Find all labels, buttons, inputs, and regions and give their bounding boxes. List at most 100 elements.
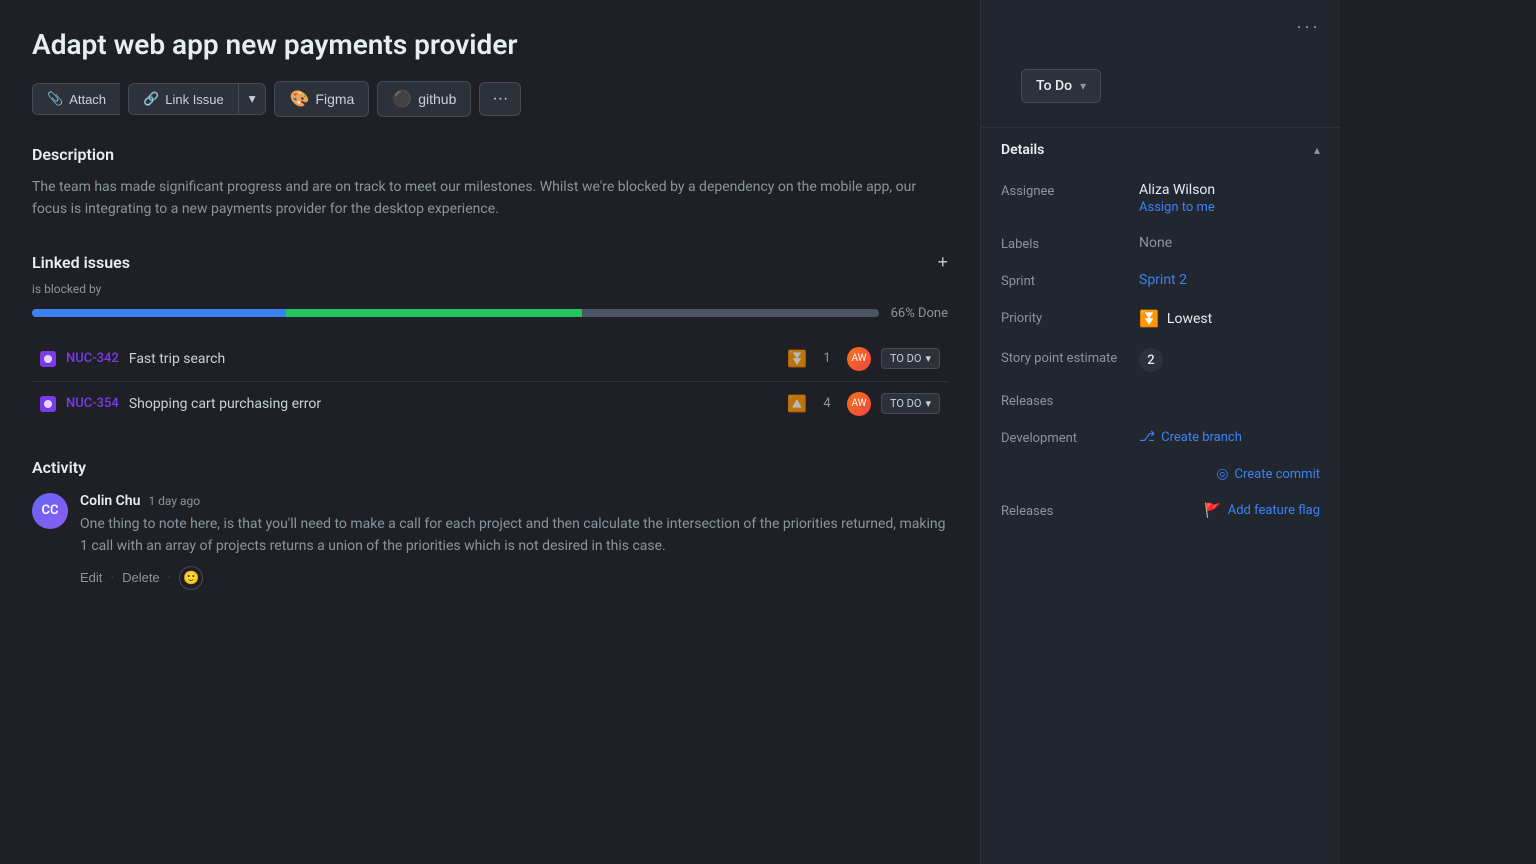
- branch-icon: ⎇: [1139, 429, 1155, 445]
- separator: ·: [168, 570, 172, 586]
- add-linked-issue-button[interactable]: +: [937, 253, 948, 271]
- more-options-button[interactable]: ···: [479, 82, 521, 116]
- assign-to-me-link[interactable]: Assign to me: [1139, 200, 1320, 215]
- attach-label: Attach: [69, 92, 106, 107]
- issue-status-badge[interactable]: TO DO ▾: [881, 348, 940, 369]
- progress-container: 66% Done: [32, 306, 948, 321]
- issue-id[interactable]: NUC-342: [66, 351, 119, 366]
- details-header[interactable]: Details ▴: [981, 128, 1340, 172]
- issue-avatar: AW: [847, 347, 871, 371]
- create-branch-label: Create branch: [1161, 430, 1242, 445]
- sprint-value[interactable]: Sprint 2: [1139, 272, 1320, 288]
- development-row: Development ⎇ Create branch: [981, 419, 1340, 456]
- delete-comment-button[interactable]: Delete: [122, 570, 160, 585]
- blocked-by-label: is blocked by: [32, 282, 948, 296]
- link-issue-dropdown-button[interactable]: ▾: [238, 83, 267, 115]
- priority-lowest-icon: ⏬: [1139, 309, 1159, 328]
- attach-button[interactable]: 📎 Attach: [32, 83, 120, 115]
- issue-id[interactable]: NUC-354: [66, 396, 119, 411]
- priority-row: Priority ⏬ Lowest: [981, 299, 1340, 338]
- progress-in-progress-segment: [286, 309, 582, 317]
- github-label: github: [418, 91, 456, 107]
- paperclip-icon: 📎: [47, 91, 63, 107]
- details-section: Details ▴ Assignee Aliza Wilson Assign t…: [981, 127, 1340, 529]
- description-text: The team has made significant progress a…: [32, 176, 948, 221]
- issue-type-icon: [40, 396, 56, 412]
- progress-remaining-segment: [582, 309, 878, 317]
- releases-key: Releases: [1001, 392, 1131, 409]
- figma-label: Figma: [315, 91, 354, 107]
- add-feature-flag-label: Add feature flag: [1228, 503, 1320, 518]
- priority-key: Priority: [1001, 309, 1131, 326]
- story-points-key: Story point estimate: [1001, 348, 1131, 368]
- linked-issues-heading: Linked issues: [32, 253, 130, 272]
- sidebar-top: ···: [981, 0, 1340, 53]
- progress-done-segment: [32, 309, 286, 317]
- create-branch-link[interactable]: ⎇ Create branch: [1139, 429, 1242, 445]
- sidebar: ··· To Do ▾ Details ▴ Assignee Aliza Wil…: [980, 0, 1340, 864]
- story-point-value: 2: [1139, 348, 1163, 372]
- link-issue-group: 🔗 Link Issue ▾: [128, 83, 266, 115]
- status-text: TO DO: [890, 397, 922, 410]
- issue-row: NUC-342 Fast trip search ⏬ 1 AW TO DO ▾: [32, 337, 948, 382]
- commit-icon: ◎: [1216, 466, 1228, 482]
- activity-meta: Colin Chu 1 day ago: [80, 493, 948, 509]
- sprint-key: Sprint: [1001, 272, 1131, 289]
- assignee-key: Assignee: [1001, 182, 1131, 199]
- create-commit-link[interactable]: ◎ Create commit: [1216, 466, 1320, 482]
- page-title: Adapt web app new payments provider: [32, 28, 948, 61]
- figma-icon: 🎨: [289, 89, 309, 109]
- issue-title: Fast trip search: [129, 351, 777, 367]
- separator: ·: [110, 570, 114, 586]
- link-issue-button[interactable]: 🔗 Link Issue: [128, 83, 238, 115]
- progress-label: 66% Done: [891, 306, 948, 321]
- chevron-down-icon: ▾: [925, 397, 931, 410]
- activity-text: One thing to note here, is that you'll n…: [80, 513, 948, 558]
- github-icon: ⚫: [392, 89, 412, 109]
- issue-points: 4: [817, 396, 837, 411]
- chevron-down-icon: ▾: [1080, 79, 1086, 93]
- sprint-row: Sprint Sprint 2: [981, 262, 1340, 299]
- assignee-value: Aliza Wilson Assign to me: [1139, 182, 1320, 215]
- activity-actions: Edit · Delete · 🙂: [80, 566, 948, 590]
- flag-icon: 🚩: [1204, 503, 1221, 519]
- link-icon: 🔗: [143, 91, 159, 107]
- create-commit-label: Create commit: [1234, 467, 1320, 482]
- priority-icon: 🔼: [787, 394, 807, 413]
- story-points-row: Story point estimate 2: [981, 338, 1340, 382]
- issue-points: 1: [817, 351, 837, 366]
- issue-type-icon: [40, 351, 56, 367]
- edit-comment-button[interactable]: Edit: [80, 570, 102, 585]
- activity-section: Activity CC Colin Chu 1 day ago One thin…: [32, 458, 948, 590]
- issue-status-badge[interactable]: TO DO ▾: [881, 393, 940, 414]
- labels-value: None: [1139, 235, 1320, 251]
- github-button[interactable]: ⚫ github: [377, 81, 471, 117]
- description-section: Description The team has made significan…: [32, 145, 948, 221]
- activity-item: CC Colin Chu 1 day ago One thing to note…: [32, 493, 948, 590]
- description-heading: Description: [32, 145, 948, 164]
- activity-heading: Activity: [32, 458, 948, 477]
- progress-bar: [32, 309, 879, 317]
- issue-avatar: AW: [847, 392, 871, 416]
- priority-icon: ⏬: [787, 349, 807, 368]
- add-feature-flag-row: Releases 🚩 Add feature flag: [981, 492, 1340, 529]
- labels-key: Labels: [1001, 235, 1131, 252]
- sidebar-more-button[interactable]: ···: [1296, 16, 1320, 37]
- status-label: To Do: [1036, 78, 1072, 94]
- linked-issues-header: Linked issues +: [32, 253, 948, 272]
- avatar: CC: [32, 493, 68, 529]
- status-dropdown[interactable]: To Do ▾: [1021, 69, 1101, 103]
- status-row: To Do ▾: [981, 53, 1340, 111]
- add-feature-flag-link[interactable]: 🚩 Add feature flag: [1204, 503, 1320, 519]
- activity-author: Colin Chu: [80, 493, 140, 509]
- releases-row: Releases: [981, 382, 1340, 419]
- figma-button[interactable]: 🎨 Figma: [274, 81, 369, 117]
- details-heading: Details: [1001, 142, 1044, 158]
- priority-value: ⏬ Lowest: [1139, 309, 1320, 328]
- attach-group: 📎 Attach: [32, 83, 120, 115]
- issue-row: NUC-354 Shopping cart purchasing error 🔼…: [32, 382, 948, 426]
- development-key: Development: [1001, 429, 1131, 446]
- add-reaction-button[interactable]: 🙂: [179, 566, 203, 590]
- activity-body: Colin Chu 1 day ago One thing to note he…: [80, 493, 948, 590]
- labels-row: Labels None: [981, 225, 1340, 262]
